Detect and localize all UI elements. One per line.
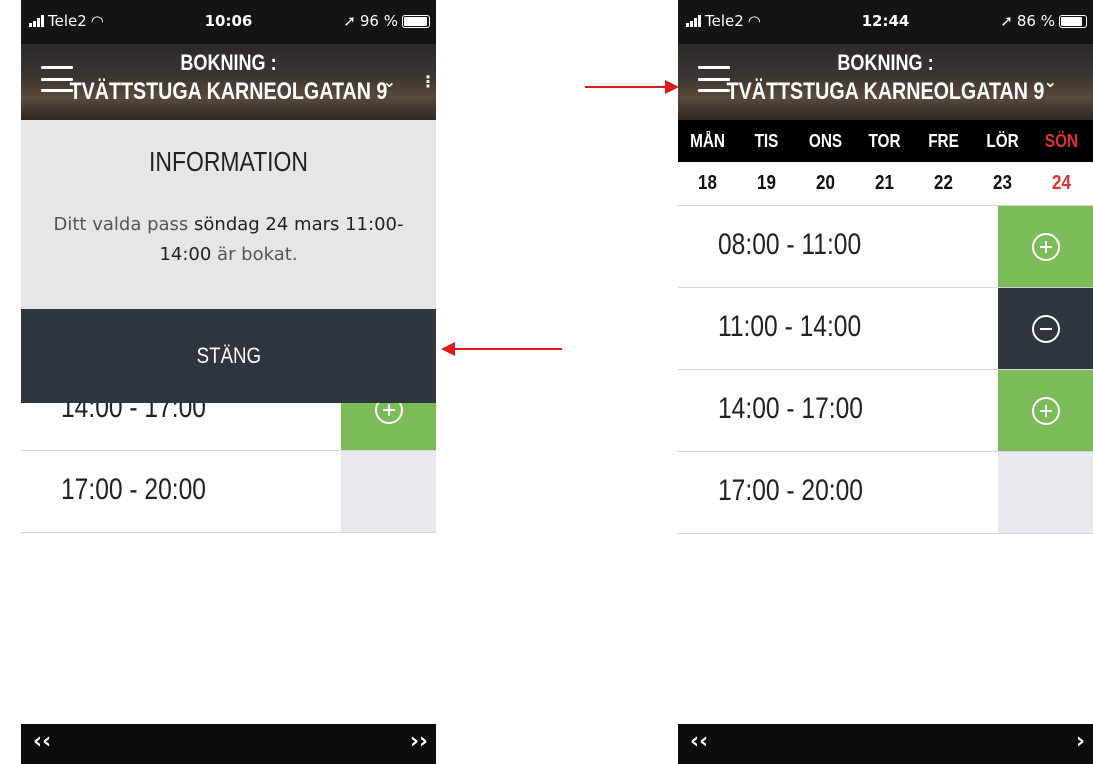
status-right: ➚ 96 % xyxy=(343,12,430,30)
weekday-label: LÖR xyxy=(986,130,1019,151)
next-week-icon[interactable]: ›› xyxy=(410,729,428,754)
date-cell[interactable]: 21 xyxy=(859,162,909,205)
header-title-line2: TVÄTTSTUGA KARNEOLGATAN 9 xyxy=(69,78,388,105)
app-header: BOKNING : TVÄTTSTUGA KARNEOLGATAN 9 ⌄ xyxy=(678,44,1093,120)
slot-time: 17:00 - 20:00 xyxy=(61,473,206,506)
weekday-header: MÅN TIS ONS TOR FRE LÖR SÖN xyxy=(678,120,1093,162)
time-slot-row: 17:00 - 20:00 xyxy=(678,452,1093,534)
more-icon[interactable]: ⋮ xyxy=(420,72,436,91)
previous-week-icon[interactable]: ‹‹ xyxy=(690,729,708,754)
time-slot-row: 14:00 - 17:00 xyxy=(678,370,1093,452)
week-navigation-bar: ‹‹ ›› xyxy=(21,724,436,764)
previous-week-icon[interactable]: ‹‹ xyxy=(33,729,51,754)
annotation-arrow-right xyxy=(585,80,679,94)
weekday-label: ONS xyxy=(808,130,843,151)
next-week-icon[interactable]: › xyxy=(1076,729,1085,754)
weekday-label: TOR xyxy=(868,130,901,151)
date-cell-selected[interactable]: 24 xyxy=(1036,162,1086,205)
book-slot-button[interactable] xyxy=(998,370,1093,451)
header-title-line1: BOKNING : xyxy=(180,50,277,75)
slot-time: 14:00 - 17:00 xyxy=(718,392,863,425)
dialog-body: INFORMATION Ditt valda pass söndag 24 ma… xyxy=(21,120,436,309)
date-selector: 18 19 20 21 22 23 24 xyxy=(678,162,1093,206)
plus-circle-icon xyxy=(1031,232,1060,261)
plus-circle-icon xyxy=(1031,396,1060,425)
weekday-label: TIS xyxy=(754,130,779,151)
battery-icon xyxy=(1059,14,1087,28)
chevron-down-icon[interactable]: ⌄ xyxy=(1044,72,1057,91)
dialog-title: INFORMATION xyxy=(148,146,309,177)
date-cell[interactable]: 20 xyxy=(800,162,850,205)
slot-time: 08:00 - 11:00 xyxy=(718,228,862,261)
week-navigation-bar: ‹‹ › xyxy=(678,724,1093,764)
status-bar: Tele2 ◠ 12:44 ➚ 86 % xyxy=(678,0,1093,44)
dialog-message: Ditt valda pass söndag 24 mars 11:00-14:… xyxy=(53,214,404,265)
weekday-label-sunday: SÖN xyxy=(1044,130,1079,151)
weekday-label: FRE xyxy=(928,130,959,151)
unavailable-slot-cell xyxy=(341,451,436,532)
left-phone-screen: Tele2 ◠ 10:06 ➚ 96 % BOKNING : TVÄTTSTUG… xyxy=(21,0,436,764)
date-cell[interactable]: 23 xyxy=(977,162,1027,205)
date-cell[interactable]: 18 xyxy=(682,162,732,205)
unavailable-slot-cell xyxy=(998,452,1093,533)
status-bar: Tele2 ◠ 10:06 ➚ 96 % xyxy=(21,0,436,44)
information-dialog: INFORMATION Ditt valda pass söndag 24 ma… xyxy=(21,120,436,403)
annotation-arrow-left xyxy=(441,342,562,356)
weekday-label: MÅN xyxy=(690,130,725,151)
location-arrow-icon: ➚ xyxy=(343,12,356,30)
cancel-booking-button[interactable] xyxy=(998,288,1093,369)
battery-icon xyxy=(402,14,430,28)
time-slot-row: 17:00 - 20:00 xyxy=(21,451,436,533)
book-slot-button[interactable] xyxy=(998,206,1093,287)
header-title-line2: TVÄTTSTUGA KARNEOLGATAN 9 xyxy=(726,78,1045,105)
slot-time: 11:00 - 14:00 xyxy=(718,310,862,343)
time-slot-row: 08:00 - 11:00 xyxy=(678,206,1093,288)
chevron-down-icon[interactable]: ⌄ xyxy=(383,72,396,91)
time-slot-row: 11:00 - 14:00 xyxy=(678,288,1093,370)
date-cell[interactable]: 19 xyxy=(741,162,791,205)
date-cell[interactable]: 22 xyxy=(918,162,968,205)
battery-percent: 96 % xyxy=(359,12,398,30)
location-arrow-icon: ➚ xyxy=(1000,12,1013,30)
close-dialog-button[interactable]: STÄNG xyxy=(21,309,436,403)
slot-time: 17:00 - 20:00 xyxy=(718,474,863,507)
app-header: BOKNING : TVÄTTSTUGA KARNEOLGATAN 9 ⌄ ⋮ xyxy=(21,44,436,120)
status-right: ➚ 86 % xyxy=(1000,12,1087,30)
battery-percent: 86 % xyxy=(1016,12,1055,30)
minus-circle-icon xyxy=(1031,314,1060,343)
right-phone-screen: Tele2 ◠ 12:44 ➚ 86 % BOKNING : TVÄTTSTUG… xyxy=(678,0,1093,764)
header-title-line1: BOKNING : xyxy=(837,50,934,75)
